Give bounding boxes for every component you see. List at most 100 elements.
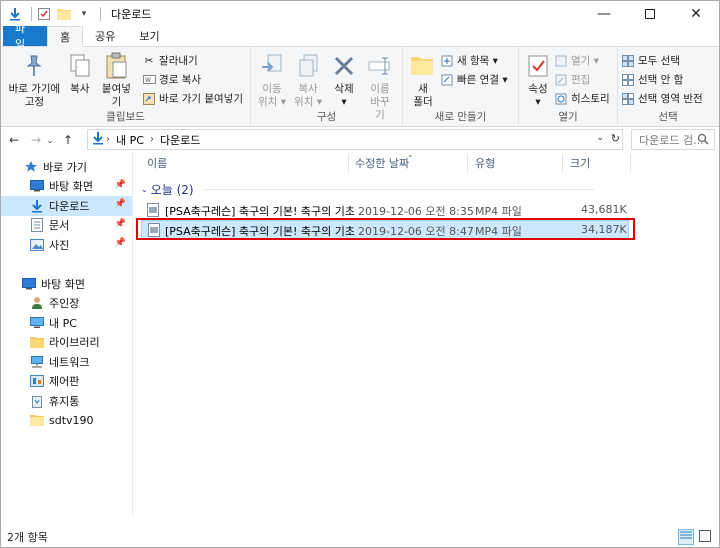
scissors-icon: ✂ bbox=[144, 54, 154, 67]
tab-view[interactable]: 보기 bbox=[127, 26, 171, 46]
search-box[interactable]: 다운로드 검... bbox=[631, 129, 715, 150]
properties-icon[interactable] bbox=[36, 6, 52, 22]
paste-label: 붙여넣기 bbox=[101, 83, 131, 108]
column-separator[interactable] bbox=[348, 154, 349, 172]
nav-label: 바탕 화면 bbox=[41, 277, 85, 291]
pane-divider[interactable] bbox=[132, 152, 133, 517]
column-header-type[interactable]: 유형 bbox=[475, 152, 495, 174]
nav-libraries[interactable]: 라이브러리 bbox=[1, 333, 132, 353]
user-icon bbox=[29, 295, 45, 311]
separator bbox=[100, 7, 101, 21]
group-header-today[interactable]: ⌄ 오늘 (2) bbox=[141, 181, 594, 198]
document-icon bbox=[29, 217, 45, 233]
maximize-button[interactable] bbox=[627, 1, 673, 27]
nav-network[interactable]: 네트워크 bbox=[1, 352, 132, 372]
open-label: 열기 ▾ bbox=[571, 55, 599, 67]
select-all-button[interactable]: 모두 선택 bbox=[621, 51, 707, 70]
nav-user[interactable]: 주인장 bbox=[1, 294, 132, 314]
nav-desktop-root[interactable]: 바탕 화면 bbox=[1, 274, 132, 294]
column-separator[interactable] bbox=[467, 154, 468, 172]
paste-shortcut-button[interactable]: 바로 가기 붙여넣기 bbox=[142, 89, 247, 108]
library-icon bbox=[29, 334, 45, 350]
folder-icon[interactable] bbox=[56, 6, 72, 22]
minimize-icon: — bbox=[597, 6, 611, 22]
nav-recycle-bin[interactable]: 휴지통 bbox=[1, 391, 132, 411]
file-type: MP4 파일 bbox=[475, 205, 522, 218]
customize-quick-access-button[interactable]: ▾ bbox=[76, 6, 92, 22]
minimize-button[interactable]: — bbox=[581, 1, 627, 27]
separator bbox=[31, 7, 32, 21]
select-none-icon bbox=[621, 73, 635, 87]
file-name: [PSA축구레슨] 축구의 기본! 축구의 기초... bbox=[165, 205, 355, 218]
desktop-icon bbox=[21, 276, 37, 292]
chevron-down-icon: ⌄ bbox=[46, 135, 54, 145]
breadcrumb-this-pc[interactable]: 내 PC bbox=[116, 132, 144, 148]
column-separator[interactable] bbox=[562, 154, 563, 172]
invert-selection-button[interactable]: 선택 영역 반전 bbox=[621, 89, 707, 108]
file-list: 이름 수정한 날짜 ⌄ 유형 크기 ⌄ 오늘 (2) [PSA축구레슨] 축구의 … bbox=[139, 150, 719, 517]
column-header-modified[interactable]: 수정한 날짜 ⌄ bbox=[355, 150, 414, 174]
tab-file[interactable]: 파일 bbox=[3, 22, 47, 51]
details-view-button[interactable] bbox=[678, 529, 694, 545]
breadcrumb-separator: › bbox=[149, 134, 154, 145]
copy-path-button[interactable]: W 경로 복사 bbox=[142, 70, 247, 89]
nav-desktop-pinned[interactable]: 바탕 화면 📌 bbox=[1, 177, 132, 197]
delete-icon bbox=[329, 51, 359, 81]
nav-downloads[interactable]: 다운로드 📌 bbox=[1, 196, 132, 216]
details-view-icon bbox=[680, 531, 692, 544]
copy-path-label: 경로 복사 bbox=[159, 74, 202, 86]
nav-label: 주인장 bbox=[49, 297, 80, 311]
nav-label: 네트워크 bbox=[49, 355, 90, 369]
breadcrumb-downloads[interactable]: 다운로드 bbox=[160, 132, 200, 148]
back-button[interactable]: ← bbox=[5, 130, 23, 150]
cut-button[interactable]: ✂ 잘라내기 bbox=[142, 51, 247, 70]
tab-home[interactable]: 홈 bbox=[47, 26, 84, 47]
large-icons-view-button[interactable] bbox=[697, 529, 713, 545]
cut-label: 잘라내기 bbox=[159, 55, 198, 67]
easy-access-button[interactable]: 빠른 연결 ▾ bbox=[440, 70, 512, 89]
forward-button[interactable]: → bbox=[27, 130, 45, 150]
address-dropdown-icon[interactable]: ⌄ bbox=[596, 133, 604, 143]
file-size: 43,681KB bbox=[581, 203, 627, 216]
navigation-row: ← → ⌄ ↑ › 내 PC › 다운로드 ⌄ ↻ 다운로드 검... bbox=[1, 128, 719, 152]
close-button[interactable]: ✕ bbox=[673, 1, 719, 27]
nav-label: 내 PC bbox=[49, 316, 77, 330]
select-none-button[interactable]: 선택 안 함 bbox=[621, 70, 707, 89]
tab-share[interactable]: 공유 bbox=[83, 26, 127, 46]
nav-documents[interactable]: 문서 📌 bbox=[1, 216, 132, 236]
recent-locations-button[interactable]: ⌄ bbox=[45, 130, 55, 150]
select-group: 모두 선택 선택 안 함 선택 영역 반전 선택 bbox=[618, 47, 718, 127]
pin-icon: 📌 bbox=[114, 199, 126, 209]
ribbon-tabs: 파일 홈 공유 보기 bbox=[1, 22, 719, 51]
maximize-icon bbox=[645, 9, 655, 19]
new-item-icon bbox=[440, 54, 454, 68]
close-icon: ✕ bbox=[690, 6, 702, 22]
refresh-icon[interactable]: ↻ bbox=[611, 132, 620, 145]
back-arrow-icon: ← bbox=[8, 133, 20, 147]
open-button[interactable]: 열기 ▾ bbox=[554, 51, 614, 70]
column-header-size[interactable]: 크기 bbox=[570, 152, 590, 174]
new-group: 새 폴더 새 항목 ▾ 빠른 연결 ▾ 새로 만들기 bbox=[403, 47, 519, 127]
sort-chevron-icon: ⌄ bbox=[407, 150, 414, 159]
history-label: 히스토리 bbox=[571, 93, 610, 105]
nav-folder-sdtv190[interactable]: sdtv190 bbox=[1, 411, 132, 431]
status-bar: 2개 항목 bbox=[1, 527, 719, 547]
nav-label: 휴지통 bbox=[49, 394, 80, 408]
address-bar[interactable]: › 내 PC › 다운로드 ⌄ ↻ bbox=[87, 129, 623, 150]
pin-icon: 📌 bbox=[114, 218, 126, 229]
copy-path-icon: W bbox=[142, 73, 156, 87]
nav-control-panel[interactable]: 제어판 bbox=[1, 372, 132, 392]
up-button[interactable]: ↑ bbox=[59, 130, 77, 150]
nav-label: 문서 bbox=[49, 219, 70, 233]
clipboard-group: 바로 가기에 고정 복사 붙여넣기 ✂ 잘라내기 W 경로 복사 바로 가기 붙여넣… bbox=[1, 47, 251, 127]
column-header-name[interactable]: 이름 bbox=[147, 152, 167, 174]
desktop-icon bbox=[29, 178, 45, 194]
nav-quick-access[interactable]: 바로 가기 bbox=[1, 157, 132, 177]
nav-pictures[interactable]: 사진 📌 bbox=[1, 235, 132, 255]
nav-this-pc[interactable]: 내 PC bbox=[1, 313, 132, 333]
history-button[interactable]: 히스토리 bbox=[554, 89, 614, 108]
history-icon bbox=[554, 92, 568, 106]
column-separator[interactable] bbox=[630, 154, 631, 172]
edit-button[interactable]: 편집 bbox=[554, 70, 614, 89]
new-item-button[interactable]: 새 항목 ▾ bbox=[440, 51, 512, 70]
